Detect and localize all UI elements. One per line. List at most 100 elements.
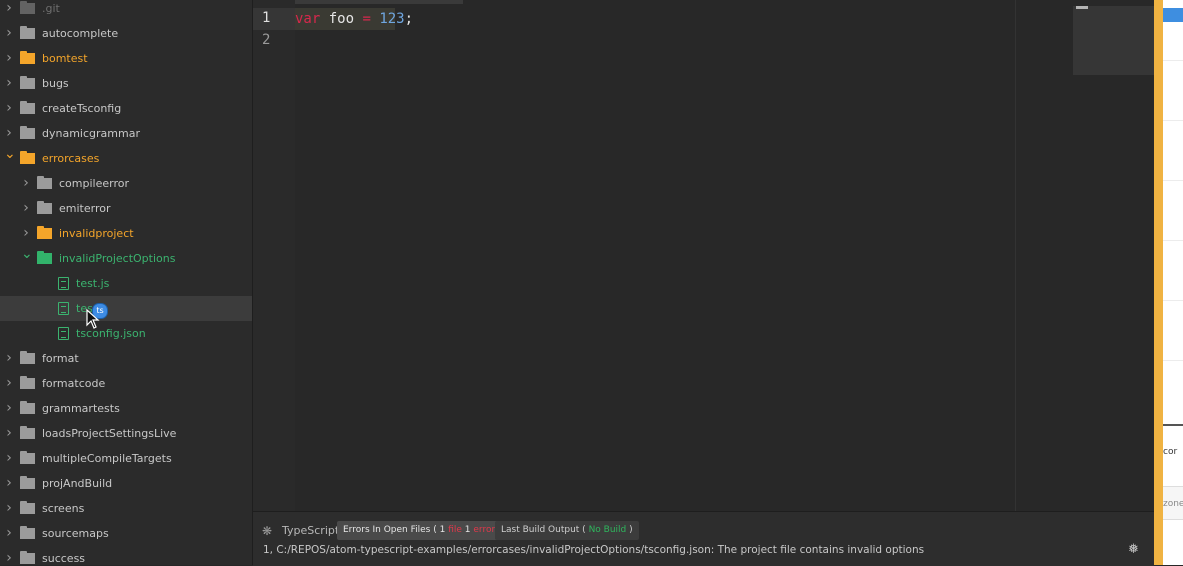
tree-item-success[interactable]: › success	[0, 546, 252, 565]
minimap-code	[1076, 6, 1088, 9]
folder-icon	[20, 526, 35, 539]
folder-icon	[20, 126, 35, 139]
file-text-icon	[58, 302, 69, 315]
tree-item-dynamicgrammar[interactable]: › dynamicgrammar	[0, 121, 252, 146]
chevron-right-icon[interactable]: ›	[4, 496, 14, 521]
chevron-right-icon[interactable]: ›	[21, 196, 31, 221]
tree-item-compileerror[interactable]: › compileerror	[0, 171, 252, 196]
folder-icon	[20, 401, 35, 414]
folder-icon	[20, 351, 35, 364]
build-status: No Build	[588, 525, 627, 535]
errors-word: error	[470, 525, 496, 535]
folder-icon	[20, 476, 35, 489]
tree-item-label: test.js	[76, 277, 110, 290]
divider	[1163, 424, 1183, 426]
files-word: file	[445, 525, 465, 535]
editor-pane[interactable]: 1 2 var foo = 123;	[253, 0, 1154, 511]
background-window-text: zone	[1163, 499, 1183, 509]
chevron-right-icon[interactable]: ›	[4, 346, 14, 371]
background-window[interactable]: cor zone	[1163, 0, 1183, 565]
chevron-right-icon[interactable]: ›	[4, 71, 14, 96]
tree-item-label: invalidProjectOptions	[59, 252, 176, 265]
tree-item-projandbuild[interactable]: › projAndBuild	[0, 471, 252, 496]
folder-icon	[20, 426, 35, 439]
folder-icon	[37, 251, 52, 264]
tab-label-suffix: )	[626, 525, 633, 535]
tree-item-label: bugs	[42, 77, 69, 90]
chevron-right-icon[interactable]: ›	[4, 21, 14, 46]
active-line-gutter-highlight	[253, 8, 295, 30]
chevron-right-icon[interactable]: ›	[4, 396, 14, 421]
tree-item-test-ts[interactable]: test.ts	[0, 296, 252, 321]
tree-item-errorcases[interactable]: ⌄ errorcases	[0, 146, 252, 171]
errors-in-open-files-tab[interactable]: Errors In Open Files ( 1 file 1 error )	[337, 521, 508, 540]
divider	[1163, 300, 1183, 301]
tree-item-screens[interactable]: › screens	[0, 496, 252, 521]
tree-item-label: success	[42, 552, 86, 565]
divider	[1163, 60, 1183, 61]
background-window-selection	[1163, 8, 1183, 22]
chevron-right-icon[interactable]: ›	[4, 96, 14, 121]
chevron-right-icon[interactable]: ›	[4, 46, 14, 71]
chevron-down-icon[interactable]: ⌄	[21, 242, 33, 267]
tree-item-test-js[interactable]: test.js	[0, 271, 252, 296]
tree-item-label: bomtest	[42, 52, 88, 65]
tree-item-autocomplete[interactable]: › autocomplete	[0, 21, 252, 46]
tree-item-label: invalidproject	[59, 227, 134, 240]
chevron-right-icon[interactable]: ›	[4, 446, 14, 471]
tree-item-label: emiterror	[59, 202, 111, 215]
chevron-right-icon[interactable]: ›	[4, 0, 14, 21]
tree-item-formatcode[interactable]: › formatcode	[0, 371, 252, 396]
tree-item-loadsprojectsettingslive[interactable]: › loadsProjectSettingsLive	[0, 421, 252, 446]
tree-item-label: dynamicgrammar	[42, 127, 140, 140]
divider	[1163, 180, 1183, 181]
tree-item-emiterror[interactable]: › emiterror	[0, 196, 252, 221]
chevron-right-icon[interactable]: ›	[4, 521, 14, 546]
line-number: 1	[262, 10, 271, 26]
tree-item-bugs[interactable]: › bugs	[0, 71, 252, 96]
tree-item-grammartests[interactable]: › grammartests	[0, 396, 252, 421]
tree-item-git[interactable]: › .git	[0, 0, 252, 21]
settings-icon[interactable]: ❅	[1128, 543, 1142, 557]
tree-item-label: format	[42, 352, 79, 365]
folder-icon	[20, 76, 35, 89]
folder-icon	[20, 376, 35, 389]
folder-icon	[20, 451, 35, 464]
tree-item-invalidproject[interactable]: › invalidproject	[0, 221, 252, 246]
file-text-icon	[58, 277, 69, 290]
tree-item-invalidprojectoptions[interactable]: ⌄ invalidProjectOptions	[0, 246, 252, 271]
chevron-right-icon[interactable]: ›	[4, 471, 14, 496]
minimap-visible-area[interactable]	[1073, 6, 1154, 75]
chevron-right-icon[interactable]: ›	[4, 371, 14, 396]
tree-item-multiplecompiletargets[interactable]: › multipleCompileTargets	[0, 446, 252, 471]
chevron-down-icon[interactable]: ⌄	[4, 142, 16, 167]
tree-item-sourcemaps[interactable]: › sourcemaps	[0, 521, 252, 546]
mouse-pointer-icon	[86, 309, 100, 329]
operator-token: =	[362, 11, 371, 27]
tree-item-label: autocomplete	[42, 27, 119, 40]
folder-icon	[20, 501, 35, 514]
code-line[interactable]: var foo = 123;	[295, 8, 413, 30]
last-build-output-tab[interactable]: Last Build Output ( No Build )	[495, 521, 639, 540]
tree-item-label: projAndBuild	[42, 477, 113, 490]
chevron-right-icon[interactable]: ›	[4, 546, 14, 565]
background-window-text: cor	[1163, 447, 1178, 457]
tab-label: Last Build Output (	[501, 525, 589, 535]
window-border	[1154, 0, 1163, 565]
folder-icon	[37, 201, 52, 214]
typescript-panel: ❋ TypeScript Errors In Open Files ( 1 fi…	[253, 511, 1154, 566]
tree-item-createtsconfig[interactable]: › createTsconfig	[0, 96, 252, 121]
chevron-right-icon[interactable]: ›	[21, 171, 31, 196]
divider	[1163, 240, 1183, 241]
tree-item-bomtest[interactable]: › bomtest	[0, 46, 252, 71]
tree-item-tsconfig-json[interactable]: tsconfig.json	[0, 321, 252, 346]
folder-icon	[20, 1, 35, 14]
error-message[interactable]: 1, C:/REPOS/atom-typescript-examples/err…	[263, 544, 924, 556]
folder-icon	[20, 51, 35, 64]
tree-item-format[interactable]: › format	[0, 346, 252, 371]
tree-item-label: multipleCompileTargets	[42, 452, 172, 465]
punctuation-token: ;	[404, 11, 414, 27]
chevron-right-icon[interactable]: ›	[4, 421, 14, 446]
folder-icon	[20, 551, 35, 564]
tab-label: Errors In Open Files (	[343, 525, 440, 535]
